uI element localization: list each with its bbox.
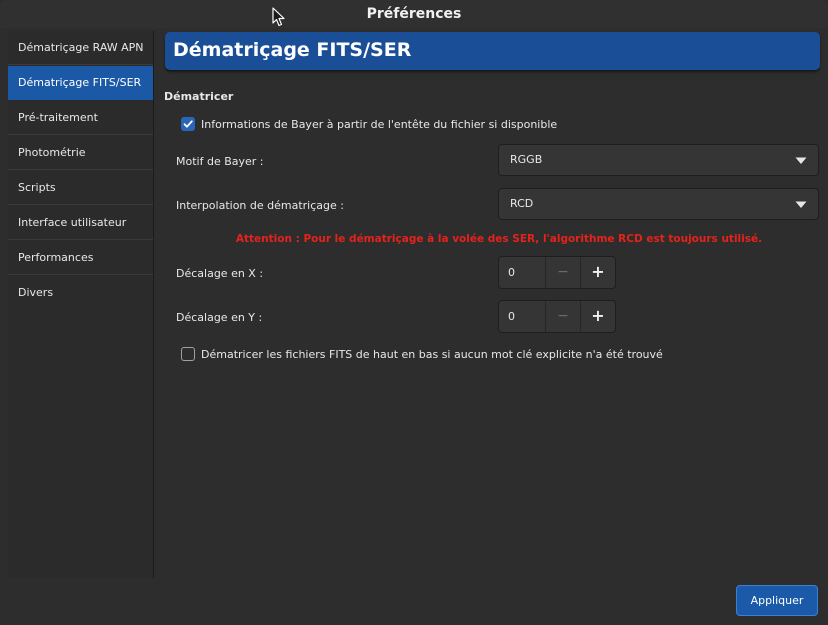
preferences-window: Préférences Dématriçage RAW APN Dématriç…	[0, 0, 828, 625]
sidebar-item-label: Performances	[18, 251, 94, 264]
checkmark-icon	[183, 120, 193, 128]
interpolation-select[interactable]: RCD	[498, 188, 819, 220]
bayer-pattern-value: RGGB	[510, 153, 543, 166]
section-title: Dématricer	[164, 90, 234, 103]
interpolation-label: Interpolation de dématriçage :	[176, 199, 344, 212]
interpolation-value: RCD	[510, 197, 534, 210]
sidebar-item-label: Divers	[18, 286, 54, 299]
offset-x-increment-button[interactable]: +	[580, 257, 615, 288]
sidebar-item-pretraitement[interactable]: Pré-traitement	[8, 101, 153, 135]
offset-y-decrement-button[interactable]: −	[545, 301, 580, 332]
offset-y-label: Décalage en Y :	[176, 311, 263, 324]
sidebar-item-raw-apn[interactable]: Dématriçage RAW APN	[8, 31, 153, 65]
offset-y-value[interactable]: 0	[508, 301, 515, 332]
sidebar-item-interface[interactable]: Interface utilisateur	[8, 206, 153, 240]
sidebar-item-label: Dématriçage FITS/SER	[18, 76, 142, 89]
sidebar: Dématriçage RAW APN Dématriçage FITS/SER…	[8, 31, 154, 578]
chevron-down-icon	[795, 157, 807, 164]
top-down-checkbox-label: Dématricer les fichiers FITS de haut en …	[201, 347, 663, 361]
chevron-down-icon	[795, 201, 807, 208]
title-bar[interactable]: Préférences	[0, 0, 828, 28]
sidebar-item-label: Pré-traitement	[18, 111, 98, 124]
bayer-header-checkbox-row[interactable]: Informations de Bayer à partir de l'entê…	[181, 115, 557, 133]
sidebar-item-label: Photométrie	[18, 146, 86, 159]
offset-x-decrement-button[interactable]: −	[545, 257, 580, 288]
sidebar-item-performances[interactable]: Performances	[8, 241, 153, 275]
top-down-checkbox-row[interactable]: Dématricer les fichiers FITS de haut en …	[181, 345, 663, 363]
sidebar-item-photometrie[interactable]: Photométrie	[8, 136, 153, 170]
sidebar-item-scripts[interactable]: Scripts	[8, 171, 153, 205]
sidebar-item-label: Scripts	[18, 181, 56, 194]
sidebar-item-label: Interface utilisateur	[18, 216, 127, 229]
page-title: Dématriçage FITS/SER	[173, 39, 412, 61]
rcd-warning-text: Attention : Pour le dématriçage à la vol…	[235, 233, 763, 245]
page-header: Dématriçage FITS/SER	[165, 32, 820, 70]
bayer-pattern-select[interactable]: RGGB	[498, 144, 819, 176]
bayer-header-checkbox[interactable]	[181, 117, 195, 131]
apply-button[interactable]: Appliquer	[736, 585, 818, 616]
offset-x-value[interactable]: 0	[508, 257, 515, 288]
offset-x-spinbutton[interactable]: 0 − +	[498, 256, 616, 289]
sidebar-item-label: Dématriçage RAW APN	[18, 41, 144, 54]
offset-y-increment-button[interactable]: +	[580, 301, 615, 332]
sidebar-item-fits-ser[interactable]: Dématriçage FITS/SER	[8, 66, 153, 100]
mouse-pointer-icon	[272, 7, 285, 27]
sidebar-item-divers[interactable]: Divers	[8, 276, 153, 310]
offset-y-spinbutton[interactable]: 0 − +	[498, 300, 616, 333]
top-down-checkbox[interactable]	[181, 347, 195, 361]
bayer-pattern-label: Motif de Bayer :	[176, 155, 264, 168]
bayer-header-checkbox-label: Informations de Bayer à partir de l'entê…	[201, 117, 558, 131]
offset-x-label: Décalage en X :	[176, 267, 264, 280]
window-title: Préférences	[366, 6, 462, 22]
